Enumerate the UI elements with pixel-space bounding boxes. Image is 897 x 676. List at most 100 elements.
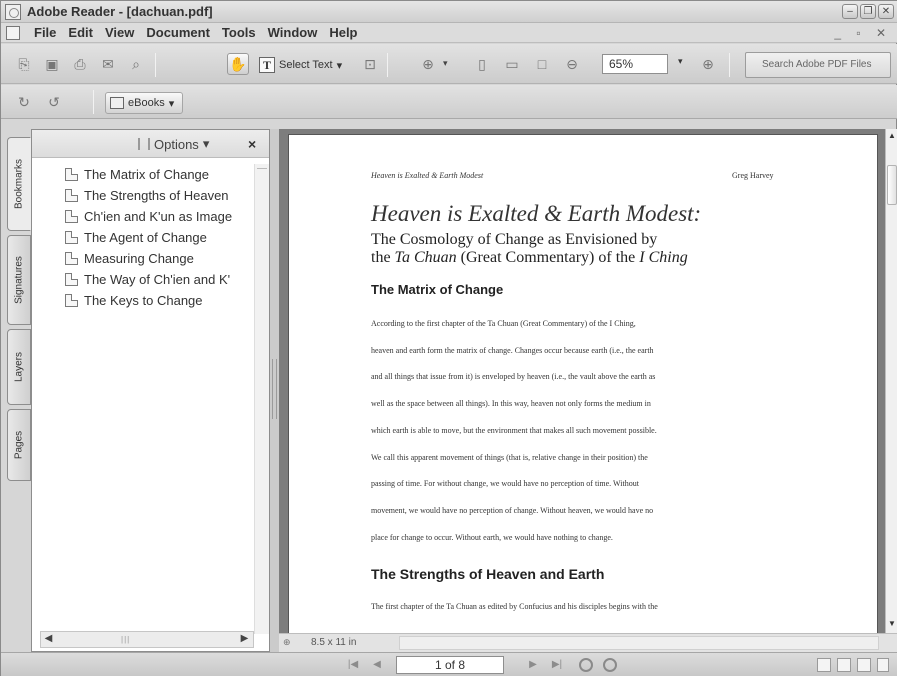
page-size-icon: ⊕	[283, 637, 291, 647]
bookmark-item[interactable]: The Matrix of Change	[32, 164, 254, 185]
zoom-tool-dropdown-icon[interactable]: ▾	[443, 58, 448, 69]
bookmark-icon	[65, 294, 78, 307]
zoom-in-icon[interactable]: ⊕	[417, 53, 439, 75]
text-select-icon: T	[259, 57, 275, 73]
options-icon	[138, 138, 150, 150]
print-icon[interactable]: ⎙	[69, 53, 91, 75]
find-icon[interactable]: ⌕	[125, 53, 147, 75]
app-icon	[5, 3, 21, 20]
rotate-clockwise-icon[interactable]: ↻	[13, 91, 35, 113]
page-size-label: 8.5 x 11 in	[311, 637, 357, 648]
scroll-left-icon[interactable]: ◀	[41, 633, 56, 646]
zoom-out-icon[interactable]: ⊖	[561, 53, 583, 75]
subtitle-line: the Ta Chuan (Great Commentary) of the I…	[371, 249, 688, 266]
previous-page-icon[interactable]: ◀	[369, 658, 385, 672]
next-page-icon[interactable]: ▶	[525, 658, 541, 672]
window-title: Adobe Reader - [dachuan.pdf]	[27, 4, 213, 19]
hand-tool-icon[interactable]: ✋	[227, 53, 249, 75]
menu-edit[interactable]: Edit	[62, 25, 99, 40]
toolbar-separator	[387, 53, 388, 77]
fit-page-icon[interactable]: ▭	[501, 53, 523, 75]
title-bar: Adobe Reader - [dachuan.pdf] – ❐ ✕	[1, 1, 897, 23]
bookmark-icon	[65, 210, 78, 223]
bookmarks-vertical-scrollbar[interactable]	[254, 164, 269, 634]
ebooks-label: eBooks	[128, 97, 165, 109]
scrollbar-thumb[interactable]	[887, 165, 897, 205]
previous-view-icon[interactable]	[579, 658, 593, 672]
subtitle-line: The Cosmology of Change as Envisioned by	[371, 231, 658, 248]
close-panel-icon[interactable]: ×	[248, 136, 256, 152]
menu-help[interactable]: Help	[323, 25, 363, 40]
section-heading: The Matrix of Change	[371, 282, 504, 297]
document-window-controls[interactable]: _ ▫ ✕	[834, 26, 892, 40]
options-label: Options	[154, 136, 199, 152]
save-icon[interactable]: ▣	[41, 53, 63, 75]
search-pdf-field[interactable]: Search Adobe PDF Files	[745, 52, 891, 78]
tab-bookmarks[interactable]: Bookmarks	[7, 137, 31, 231]
menu-window[interactable]: Window	[262, 25, 324, 40]
bookmark-list: The Matrix of Change The Strengths of He…	[32, 164, 254, 634]
continuous-facing-layout-icon[interactable]	[877, 658, 889, 672]
menu-view[interactable]: View	[99, 25, 140, 40]
next-view-icon[interactable]	[603, 658, 617, 672]
tab-layers[interactable]: Layers	[7, 329, 31, 405]
chevron-down-icon: ▾	[168, 97, 175, 110]
select-text-button[interactable]: T Select Text ▾	[259, 54, 342, 76]
restore-icon[interactable]: ❐	[860, 4, 876, 19]
bookmark-item[interactable]: The Keys to Change	[32, 290, 254, 311]
scroll-right-icon[interactable]: ▶	[237, 633, 252, 646]
page-navigation-bar: |◀ ◀ 1 of 8 ▶ ▶|	[1, 652, 897, 676]
document-icon[interactable]	[6, 25, 20, 40]
scroll-down-icon[interactable]: ▼	[886, 619, 897, 631]
running-author: Greg Harvey	[732, 171, 774, 180]
paragraph-line: which earth is able to move, but the env…	[371, 426, 657, 435]
toolbar-separator	[93, 90, 94, 114]
bookmarks-panel: Options ▾ × The Matrix of Change The Str…	[31, 129, 270, 652]
bookmark-item[interactable]: The Way of Ch'ien and K'	[32, 269, 254, 290]
bookmark-icon	[65, 189, 78, 202]
scroll-up-icon[interactable]: ▲	[886, 131, 897, 143]
scroll-up-icon[interactable]	[257, 168, 267, 178]
bookmark-item[interactable]: The Strengths of Heaven	[32, 185, 254, 206]
email-icon[interactable]: ✉	[97, 53, 119, 75]
facing-layout-icon[interactable]	[857, 658, 871, 672]
panel-splitter[interactable]	[270, 129, 279, 652]
tab-pages[interactable]: Pages	[7, 409, 31, 481]
bookmark-item[interactable]: Ch'ien and K'un as Image	[32, 206, 254, 227]
menu-tools[interactable]: Tools	[216, 25, 262, 40]
minimize-icon[interactable]: –	[842, 4, 858, 19]
continuous-layout-icon[interactable]	[837, 658, 851, 672]
bookmark-item[interactable]: Measuring Change	[32, 248, 254, 269]
adobe-reader-window: Adobe Reader - [dachuan.pdf] – ❐ ✕ File …	[0, 0, 897, 676]
document-vertical-scrollbar[interactable]: ▲ ▼	[885, 129, 897, 633]
chevron-down-icon: ▾	[336, 59, 343, 72]
single-page-layout-icon[interactable]	[817, 658, 831, 672]
document-status-bar: ⊕ 8.5 x 11 in	[279, 633, 897, 652]
zoom-in-circle-icon[interactable]: ⊕	[697, 53, 719, 75]
last-page-icon[interactable]: ▶|	[549, 658, 565, 672]
tab-signatures[interactable]: Signatures	[7, 235, 31, 325]
paragraph-line: and all things that issue from it) is en…	[371, 372, 656, 381]
open-icon[interactable]: ⎘	[13, 53, 35, 75]
snapshot-icon[interactable]: ⊡	[359, 53, 381, 75]
menu-file[interactable]: File	[28, 25, 62, 40]
rotate-counterclockwise-icon[interactable]: ↺	[43, 91, 65, 113]
menu-document[interactable]: Document	[140, 25, 216, 40]
actual-size-icon[interactable]: ▯	[471, 53, 493, 75]
bookmark-item[interactable]: The Agent of Change	[32, 227, 254, 248]
scrollbar-grip-icon: |||	[121, 635, 131, 644]
navigation-tabs: Bookmarks Signatures Layers Pages	[7, 129, 33, 651]
document-horizontal-scrollbar[interactable]	[399, 636, 879, 650]
zoom-dropdown-icon[interactable]: ▾	[678, 56, 683, 67]
bookmarks-horizontal-scrollbar[interactable]: ◀ ||| ▶	[40, 631, 254, 648]
chevron-down-icon: ▾	[202, 136, 210, 151]
fit-width-icon[interactable]: □	[531, 53, 553, 75]
options-menu-button[interactable]: Options ▾	[138, 136, 209, 152]
close-icon[interactable]: ✕	[878, 4, 894, 19]
page-number-field[interactable]: 1 of 8	[396, 656, 504, 674]
document-view[interactable]: Heaven is Exalted & Earth Modest Greg Ha…	[279, 129, 885, 633]
ebooks-button[interactable]: eBooks ▾	[105, 92, 184, 114]
first-page-icon[interactable]: |◀	[345, 658, 361, 672]
paragraph-line: According to the first chapter of the Ta…	[371, 319, 636, 328]
zoom-level-field[interactable]: 65%	[602, 54, 668, 74]
